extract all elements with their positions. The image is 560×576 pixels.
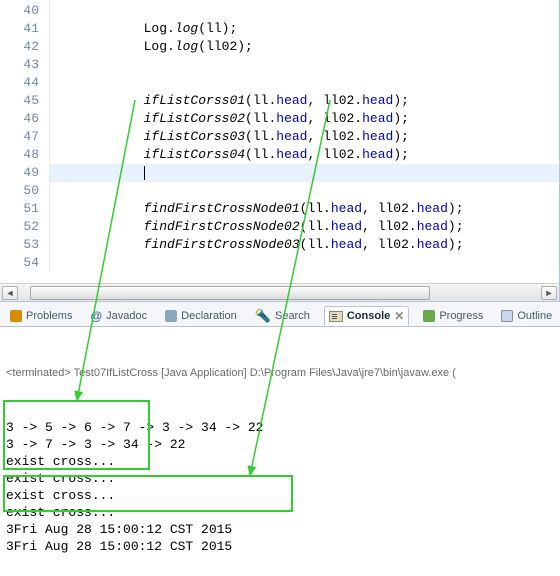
- tab-javadoc[interactable]: @ Javadoc: [86, 307, 151, 325]
- line-number: 43: [0, 56, 39, 74]
- code-line[interactable]: findFirstCrossNode01(ll.head, ll02.head)…: [50, 200, 559, 218]
- scroll-right-arrow-icon[interactable]: ►: [541, 286, 557, 300]
- line-number-gutter: 404142434445464748495051525354: [0, 0, 50, 272]
- console-line: 3Fri Aug 28 15:00:12 CST 2015: [6, 521, 554, 538]
- line-number: 52: [0, 218, 39, 236]
- scrollbar-thumb[interactable]: [30, 286, 430, 300]
- horizontal-scrollbar[interactable]: ◄ ►: [0, 283, 559, 301]
- tab-label: Outline: [517, 310, 552, 322]
- close-icon[interactable]: ✕: [394, 309, 404, 323]
- code-line[interactable]: [50, 2, 559, 20]
- code-line[interactable]: findFirstCrossNode02(ll.head, ll02.head)…: [50, 218, 559, 236]
- console-line: exist cross...: [6, 470, 554, 487]
- tab-console[interactable]: Console ✕: [324, 306, 409, 326]
- console-icon: [329, 311, 343, 322]
- line-number: 49: [0, 164, 39, 182]
- code-line[interactable]: ifListCorss04(ll.head, ll02.head);: [50, 146, 559, 164]
- search-icon: 🔦: [255, 308, 271, 324]
- code-line[interactable]: findFirstCrossNode03(ll.head, ll02.head)…: [50, 236, 559, 254]
- scroll-left-arrow-icon[interactable]: ◄: [2, 286, 18, 300]
- code-line[interactable]: [50, 56, 559, 74]
- line-number: 53: [0, 236, 39, 254]
- code-line[interactable]: [50, 254, 559, 272]
- tab-outline[interactable]: Outline: [497, 308, 556, 324]
- declaration-icon: [165, 310, 177, 322]
- tab-label: Declaration: [181, 310, 237, 322]
- line-number: 41: [0, 20, 39, 38]
- code-line[interactable]: Log.log(ll02);: [50, 38, 559, 56]
- javadoc-icon: @: [90, 309, 102, 323]
- code-line[interactable]: [50, 182, 559, 200]
- console-line: exist cross...: [6, 453, 554, 470]
- code-line[interactable]: ifListCorss01(ll.head, ll02.head);: [50, 92, 559, 110]
- line-number: 51: [0, 200, 39, 218]
- tab-label: Javadoc: [106, 310, 147, 322]
- line-number: 42: [0, 38, 39, 56]
- console-line: exist cross...: [6, 504, 554, 521]
- line-number: 54: [0, 254, 39, 272]
- code-text[interactable]: Log.log(ll); Log.log(ll02); ifListCorss0…: [50, 0, 559, 272]
- console-line: exist cross...: [6, 487, 554, 504]
- tab-progress[interactable]: Progress: [419, 308, 487, 324]
- console-line: 3 -> 7 -> 3 -> 34 -> 22: [6, 436, 554, 453]
- tab-label: Search: [275, 310, 310, 322]
- tab-search[interactable]: 🔦 Search: [251, 306, 314, 326]
- code-line[interactable]: Log.log(ll);: [50, 20, 559, 38]
- console-line: 3Fri Aug 28 15:00:12 CST 2015: [6, 538, 554, 555]
- outline-icon: [501, 310, 513, 322]
- tab-label: Problems: [26, 310, 72, 322]
- code-editor-pane: 404142434445464748495051525354 Log.log(l…: [0, 0, 560, 302]
- views-tab-bar: Problems @ Javadoc Declaration 🔦 Search …: [0, 302, 560, 327]
- tab-label: Progress: [439, 310, 483, 322]
- line-number: 47: [0, 128, 39, 146]
- tab-declaration[interactable]: Declaration: [161, 308, 241, 324]
- progress-icon: [423, 310, 435, 322]
- console-line: 3 -> 5 -> 6 -> 7 -> 3 -> 34 -> 22: [6, 419, 554, 436]
- console-termination-line: <terminated> Test07IfListCross [Java App…: [6, 365, 554, 382]
- line-number: 50: [0, 182, 39, 200]
- line-number: 48: [0, 146, 39, 164]
- code-area[interactable]: 404142434445464748495051525354 Log.log(l…: [0, 0, 559, 275]
- line-number: 40: [0, 2, 39, 20]
- code-line[interactable]: ifListCorss02(ll.head, ll02.head);: [50, 110, 559, 128]
- line-number: 45: [0, 92, 39, 110]
- tab-label: Console: [347, 310, 390, 322]
- console-pane[interactable]: <terminated> Test07IfListCross [Java App…: [0, 327, 560, 576]
- tab-problems[interactable]: Problems: [6, 308, 76, 324]
- problems-icon: [10, 310, 22, 322]
- code-line[interactable]: ifListCorss03(ll.head, ll02.head);: [50, 128, 559, 146]
- code-line[interactable]: [50, 74, 559, 92]
- line-number: 44: [0, 74, 39, 92]
- line-number: 46: [0, 110, 39, 128]
- code-line[interactable]: [50, 164, 559, 182]
